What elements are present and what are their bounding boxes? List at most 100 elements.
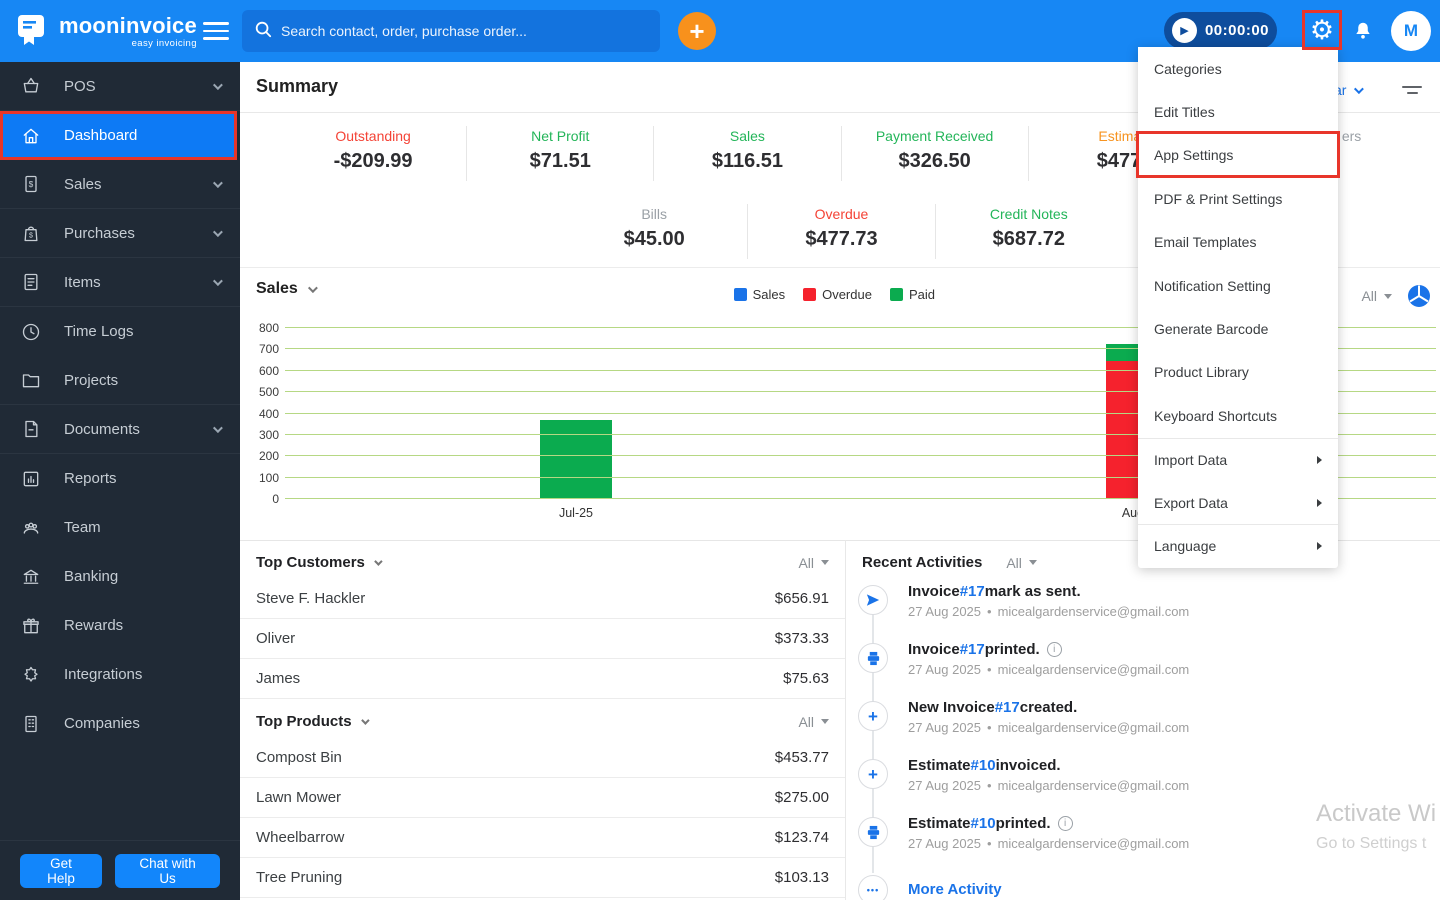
menu-item-pdf-print-settings[interactable]: PDF & Print Settings <box>1138 177 1338 220</box>
product-row[interactable]: Tree Pruning $103.13 <box>240 858 845 898</box>
caret-down-icon <box>1028 560 1037 565</box>
search-input[interactable] <box>281 23 648 39</box>
top-customers-all-filter[interactable]: All <box>798 555 829 571</box>
menu-item-product-library[interactable]: Product Library <box>1138 351 1338 394</box>
get-help-button[interactable]: Get Help <box>20 853 103 888</box>
time-tracker[interactable]: ▶ 00:00:00 <box>1164 12 1277 49</box>
bottom-left-panel: Top Customers All Steve F. Hackler $656.9… <box>240 540 845 900</box>
menu-item-generate-barcode[interactable]: Generate Barcode <box>1138 307 1338 350</box>
chevron-down-icon <box>307 282 318 293</box>
top-customers-title[interactable]: Top Customers <box>256 554 383 571</box>
sidebar-item-reports[interactable]: Reports <box>0 454 240 503</box>
pie-chart-toggle-icon[interactable] <box>1406 283 1432 314</box>
menu-item-categories[interactable]: Categories <box>1138 47 1338 90</box>
sidebar-item-label: Companies <box>64 715 140 732</box>
sidebar-item-documents[interactable]: Documents <box>0 405 240 454</box>
chart-all-filter[interactable]: All <box>1361 288 1392 304</box>
caret-down-icon <box>1384 293 1392 299</box>
more-activity-link[interactable]: More Activity <box>908 881 1002 898</box>
play-icon[interactable]: ▶ <box>1172 18 1197 43</box>
submenu-arrow-icon <box>1317 542 1322 551</box>
bank-icon <box>20 567 42 587</box>
logo[interactable]: mooninvoice easy invoicing <box>14 11 197 52</box>
quick-add-button[interactable]: + <box>678 12 716 50</box>
chevron-down-icon <box>212 177 223 188</box>
sidebar-item-pos[interactable]: POS <box>0 62 240 111</box>
menu-item-export-data[interactable]: Export Data <box>1138 481 1338 524</box>
menu-item-edit-titles[interactable]: Edit Titles <box>1138 90 1338 133</box>
sidebar-item-label: Dashboard <box>64 127 138 144</box>
chat-with-us-button[interactable]: Chat with Us <box>115 853 220 888</box>
menu-item-keyboard-shortcuts[interactable]: Keyboard Shortcuts <box>1138 394 1338 437</box>
period-selector-partial[interactable]: ar <box>1334 82 1365 98</box>
info-icon[interactable]: i <box>1046 642 1062 657</box>
sidebar-item-banking[interactable]: Banking <box>0 552 240 601</box>
menu-item-notification-setting[interactable]: Notification Setting <box>1138 264 1338 307</box>
caret-down-icon <box>821 719 829 724</box>
chevron-down-icon <box>212 422 223 433</box>
chart-legend: Sales Overdue Paid <box>733 287 935 302</box>
sidebar-item-label: Reports <box>64 470 117 487</box>
sidebar-item-label: Integrations <box>64 666 143 683</box>
plus-icon: + <box>858 759 888 789</box>
settings-dropdown-menu: Categories Edit Titles App Settings PDF … <box>1138 47 1338 568</box>
plus-icon: + <box>858 701 888 731</box>
chevron-down-icon <box>212 275 223 286</box>
menu-item-email-templates[interactable]: Email Templates <box>1138 221 1338 264</box>
sidebar-item-projects[interactable]: Projects <box>0 356 240 405</box>
customer-row[interactable]: James $75.63 <box>240 659 845 699</box>
sidebar-item-purchases[interactable]: $ Purchases <box>0 209 240 258</box>
sidebar-item-time-logs[interactable]: Time Logs <box>0 307 240 356</box>
user-avatar[interactable]: M <box>1391 11 1431 51</box>
menu-item-import-data[interactable]: Import Data <box>1138 437 1338 481</box>
sidebar-item-companies[interactable]: Companies <box>0 699 240 748</box>
global-search[interactable] <box>242 10 660 52</box>
filter-icon[interactable] <box>1402 86 1422 98</box>
page-title: Summary <box>256 76 339 96</box>
product-row[interactable]: Wheelbarrow $123.74 <box>240 818 845 858</box>
sidebar-item-rewards[interactable]: Rewards <box>0 601 240 650</box>
sidebar-item-integrations[interactable]: Integrations <box>0 650 240 699</box>
recent-activities-all-filter[interactable]: All <box>1006 555 1037 571</box>
top-products-all-filter[interactable]: All <box>798 714 829 730</box>
sidebar-footer: Get Help Chat with Us <box>0 840 240 900</box>
ellipsis-icon: ••• <box>858 875 888 900</box>
legend-sales: Sales <box>733 287 785 302</box>
stat-sales: Sales $116.51 <box>653 126 840 181</box>
submenu-arrow-icon <box>1317 498 1322 507</box>
home-icon <box>20 126 42 146</box>
settings-gear-icon[interactable]: ⚙ <box>1306 11 1338 49</box>
sidebar-nav: POS Dashboard $ Sales $ Purchases Items … <box>0 62 240 900</box>
chevron-down-icon <box>1354 83 1365 94</box>
sidebar-item-label: Time Logs <box>64 323 134 340</box>
sidebar-item-dashboard[interactable]: Dashboard <box>0 111 237 160</box>
menu-item-language[interactable]: Language <box>1138 524 1338 567</box>
sidebar-item-label: Sales <box>64 175 102 193</box>
sidebar-item-label: Purchases <box>64 224 135 242</box>
printer-icon <box>858 643 888 673</box>
team-icon <box>20 518 42 538</box>
info-icon[interactable]: i <box>1057 816 1073 831</box>
folder-icon <box>20 370 42 390</box>
legend-paid: Paid <box>889 287 935 302</box>
activity-item: + New Invoice #17 created. 27 Aug 2025 • m… <box>858 699 1440 757</box>
summary-stats-row-2: Bills $45.00 Overdue $477.73 Credit Note… <box>561 204 1122 259</box>
chevron-down-icon <box>360 715 370 725</box>
customer-row[interactable]: Steve F. Hackler $656.91 <box>240 579 845 619</box>
hamburger-menu-icon[interactable] <box>203 22 229 40</box>
product-row[interactable]: Lawn Mower $275.00 <box>240 778 845 818</box>
sales-invoice-icon: $ <box>20 174 42 194</box>
sidebar-item-team[interactable]: Team <box>0 503 240 552</box>
sidebar-item-items[interactable]: Items <box>0 258 240 307</box>
sidebar-item-label: Team <box>64 519 101 536</box>
top-products-title[interactable]: Top Products <box>256 713 370 730</box>
activity-item: Invoice #17 mark as sent. 27 Aug 2025 • mi… <box>858 583 1440 641</box>
product-row[interactable]: Compost Bin $453.77 <box>240 738 845 778</box>
app-window: mooninvoice easy invoicing + ▶ 00:00:00 … <box>0 0 1440 900</box>
sales-chart-title[interactable]: Sales <box>256 280 318 298</box>
customer-row[interactable]: Oliver $373.33 <box>240 619 845 659</box>
svg-text:$: $ <box>29 179 34 189</box>
menu-item-app-settings[interactable]: App Settings <box>1138 134 1338 177</box>
sidebar-item-sales[interactable]: $ Sales <box>0 160 240 209</box>
notifications-bell-icon[interactable] <box>1352 19 1374 48</box>
